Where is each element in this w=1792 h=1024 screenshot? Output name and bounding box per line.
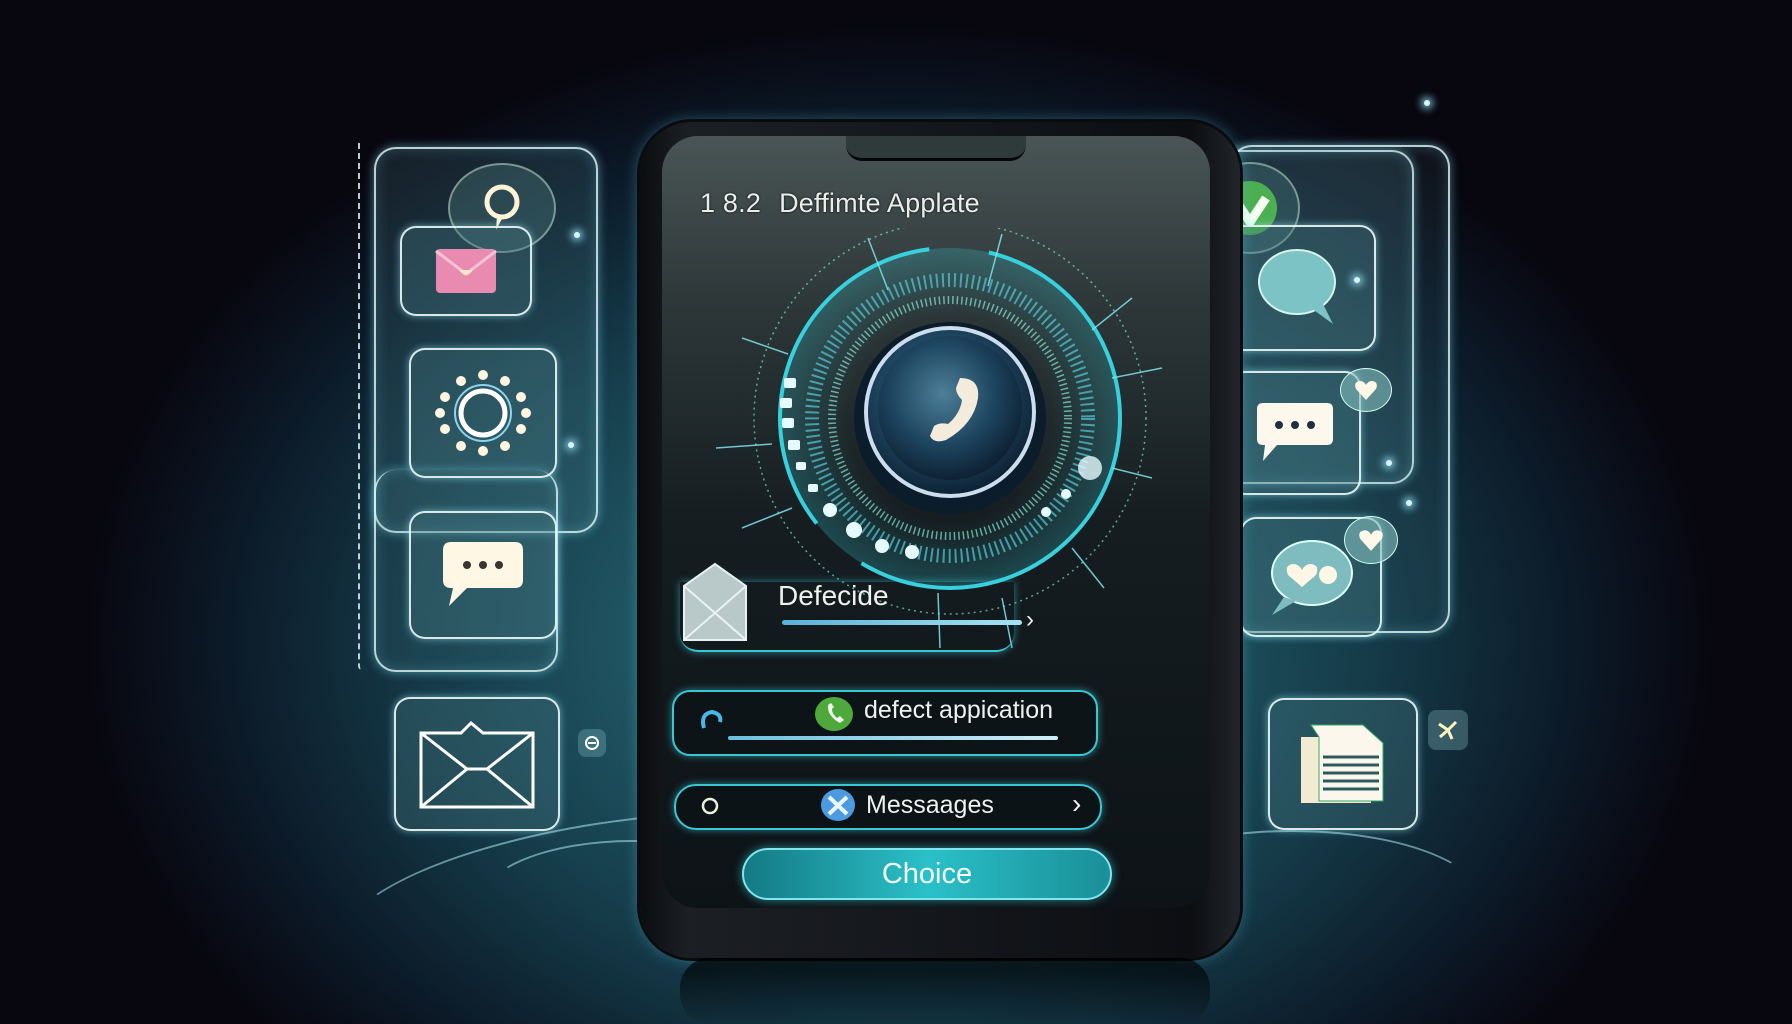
minus-circle-icon bbox=[585, 736, 599, 750]
left-side-badge[interactable] bbox=[578, 729, 606, 757]
choice-button[interactable]: Choice bbox=[742, 848, 1112, 900]
app-title: Deffimte Applate bbox=[779, 188, 980, 218]
sparkle bbox=[1406, 500, 1412, 506]
chevron-right-icon[interactable]: › bbox=[1072, 788, 1081, 820]
smartphone: 1 8.2 Deffimte Applate Defecide › defect… bbox=[640, 122, 1240, 958]
sparkle bbox=[1386, 460, 1392, 466]
envelope-icon bbox=[683, 562, 747, 641]
call-button bbox=[878, 336, 1022, 480]
green-phone-icon bbox=[815, 697, 853, 731]
left-tile-chat[interactable] bbox=[409, 511, 557, 639]
envelope-outline-icon bbox=[419, 720, 535, 809]
sparkle-badge-icon bbox=[1438, 720, 1458, 740]
defecide-label: Defecide bbox=[778, 580, 889, 611]
speech-bubble-icon bbox=[1258, 249, 1336, 324]
heart-bubble-badge bbox=[1344, 516, 1398, 564]
pink-mail-icon bbox=[435, 249, 497, 293]
left-app-panel-back bbox=[358, 140, 368, 670]
phone-reflection bbox=[680, 958, 1210, 1024]
right-tile-message[interactable] bbox=[1222, 225, 1376, 351]
defect-application-progress-bar bbox=[728, 736, 1058, 740]
left-tile-envelope[interactable] bbox=[394, 697, 560, 831]
document-icon bbox=[1301, 724, 1384, 803]
chat-dots-heart-icon bbox=[1257, 403, 1333, 461]
screen-header: 1 8.2 Deffimte Applate bbox=[700, 188, 980, 219]
right-side-badge[interactable] bbox=[1428, 710, 1468, 750]
left-tile-settings[interactable] bbox=[409, 348, 557, 478]
chat-dots-icon bbox=[443, 542, 523, 606]
defect-application-label: defect appication bbox=[864, 696, 1054, 724]
right-tile-document[interactable] bbox=[1268, 698, 1418, 830]
blue-tools-icon bbox=[821, 789, 855, 821]
phone-screen: 1 8.2 Deffimte Applate Defecide › defect… bbox=[662, 136, 1210, 908]
sparkle bbox=[1354, 277, 1360, 283]
version-label: 1 8.2 bbox=[700, 188, 762, 218]
refresh-arrow-icon[interactable] bbox=[698, 708, 724, 732]
sparkle bbox=[574, 232, 580, 238]
heart-icon bbox=[1359, 530, 1383, 551]
circle-outline-icon[interactable] bbox=[700, 796, 720, 816]
chat-heart-icon bbox=[1271, 540, 1353, 615]
left-tile-mail[interactable] bbox=[400, 226, 532, 316]
heart-icon bbox=[1355, 381, 1377, 400]
sparkle bbox=[1424, 100, 1430, 106]
sparkle bbox=[568, 442, 574, 448]
sun-dots-icon bbox=[435, 370, 531, 456]
phone-notch bbox=[846, 136, 1026, 161]
heart-bubble-badge bbox=[1340, 368, 1392, 412]
messages-label: Messaages bbox=[866, 791, 994, 819]
chevron-right-icon[interactable]: › bbox=[1026, 606, 1034, 634]
defecide-progress-bar bbox=[782, 620, 1022, 625]
